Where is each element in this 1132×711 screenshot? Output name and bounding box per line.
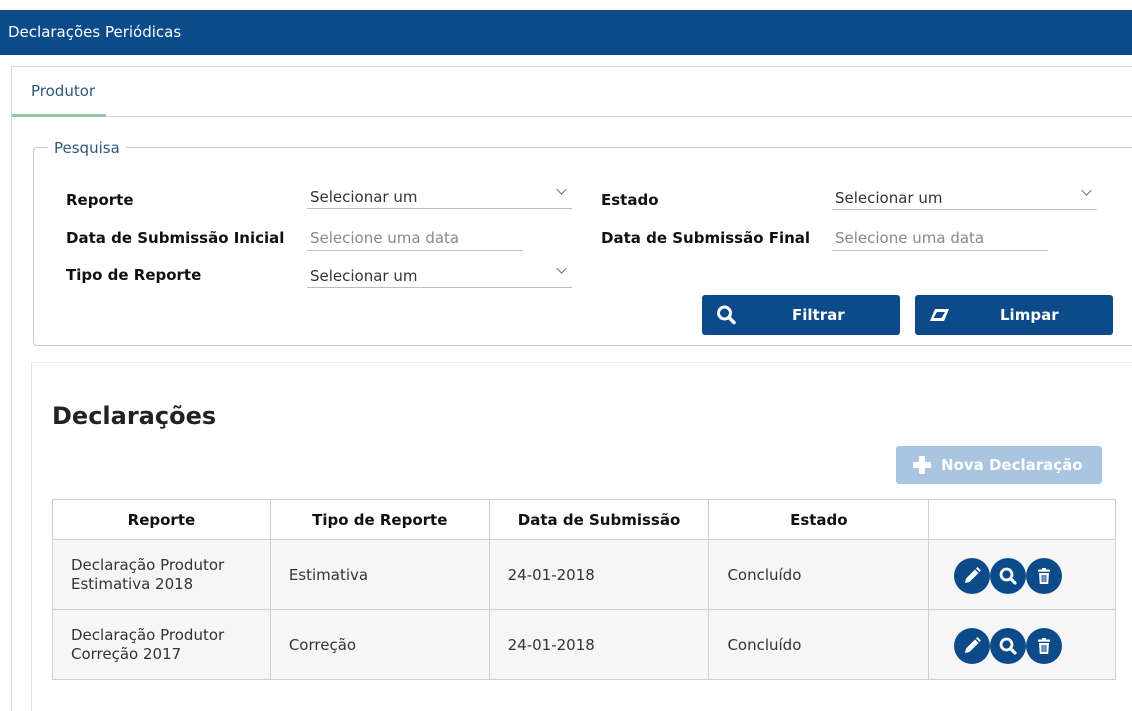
reporte-label: Reporte [66, 191, 134, 209]
magnifier-icon [999, 567, 1017, 585]
edit-button[interactable] [954, 627, 991, 664]
reporte-select[interactable]: Selecionar um [307, 183, 572, 209]
reporte-line: Declaração Produtor [71, 625, 225, 644]
delete-button[interactable] [1026, 557, 1063, 594]
declaracoes-title: Declarações [52, 402, 217, 430]
tipo-reporte-select[interactable]: Selecionar um [307, 262, 572, 288]
estado-cell: Concluído [708, 609, 930, 680]
column-header-actions [928, 499, 1116, 540]
column-header-tipo[interactable]: Tipo de Reporte [269, 499, 490, 540]
chevron-down-icon [556, 184, 567, 195]
data-cell: 24-01-2018 [488, 539, 710, 610]
pencil-icon [965, 566, 982, 583]
pencil-icon [965, 636, 982, 653]
nova-declaracao-button[interactable]: Nova Declaração [896, 446, 1102, 484]
tab-bar: Produtor [12, 67, 1132, 117]
trash-icon [1038, 567, 1051, 584]
filter-button[interactable]: Filtrar [702, 295, 900, 335]
actions-cell [928, 539, 1116, 610]
declaracoes-table: Reporte Tipo de Reporte Data de Submissã… [52, 499, 1116, 680]
edit-button[interactable] [954, 557, 991, 594]
column-header-reporte[interactable]: Reporte [52, 499, 271, 540]
reporte-line: Correção 2017 [71, 644, 182, 663]
table-row: Declaração Produtor Estimativa 2018 Esti… [52, 539, 1116, 610]
tipo-cell: Correção [269, 609, 490, 680]
reporte-cell: Declaração Produtor Estimativa 2018 [52, 539, 271, 610]
table-header-row: Reporte Tipo de Reporte Data de Submissã… [52, 499, 1116, 540]
data-final-label: Data de Submissão Final [601, 229, 811, 247]
reporte-line: Estimativa 2018 [71, 574, 194, 593]
estado-label: Estado [601, 191, 659, 209]
clear-button-label: Limpar [1000, 306, 1059, 324]
data-inicial-placeholder: Selecione uma data [310, 229, 460, 247]
column-header-data[interactable]: Data de Submissão [488, 499, 710, 540]
search-icon [717, 305, 736, 325]
data-final-placeholder: Selecione uma data [835, 229, 985, 247]
filter-button-label: Filtrar [792, 306, 845, 324]
data-inicial-input[interactable]: Selecione uma data [307, 225, 523, 251]
tipo-cell: Estimativa [269, 539, 490, 610]
app-title: Declarações Periódicas [8, 23, 182, 41]
table-row: Declaração Produtor Correção 2017 Correç… [52, 609, 1116, 680]
data-final-input[interactable]: Selecione uma data [832, 225, 1048, 251]
tipo-reporte-label: Tipo de Reporte [66, 266, 202, 284]
app-header: Declarações Periódicas [0, 10, 1132, 55]
trash-icon [1038, 637, 1051, 654]
search-legend: Pesquisa [48, 139, 126, 157]
tab-produtor[interactable]: Produtor [12, 67, 106, 117]
reporte-cell: Declaração Produtor Correção 2017 [52, 609, 271, 680]
tipo-reporte-select-value: Selecionar um [310, 267, 418, 285]
estado-select-value: Selecionar um [835, 189, 943, 207]
view-button[interactable] [990, 557, 1027, 594]
nova-declaracao-label: Nova Declaração [941, 456, 1083, 474]
column-header-estado[interactable]: Estado [708, 499, 930, 540]
reporte-select-value: Selecionar um [310, 188, 418, 206]
actions-cell [928, 609, 1116, 680]
reporte-line: Declaração Produtor [71, 555, 225, 574]
view-button[interactable] [990, 627, 1027, 664]
chevron-down-icon [556, 263, 567, 274]
chevron-down-icon [1081, 185, 1092, 196]
eraser-icon [930, 309, 949, 321]
estado-cell: Concluído [708, 539, 930, 610]
tab-produtor-label: Produtor [31, 82, 96, 100]
plus-icon [913, 456, 931, 474]
magnifier-icon [999, 637, 1017, 655]
estado-select[interactable]: Selecionar um [832, 184, 1097, 210]
delete-button[interactable] [1026, 627, 1063, 664]
data-inicial-label: Data de Submissão Inicial [66, 229, 285, 247]
clear-button[interactable]: Limpar [915, 295, 1113, 335]
data-cell: 24-01-2018 [488, 609, 710, 680]
